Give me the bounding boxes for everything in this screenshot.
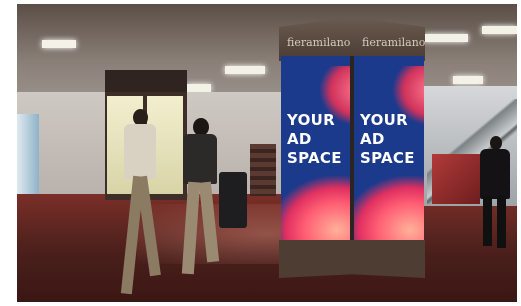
ceiling-light <box>225 66 265 74</box>
ad-screen-right: YOUR AD SPACE <box>354 56 424 240</box>
ceiling-light <box>424 34 468 42</box>
back-column-top <box>105 70 187 92</box>
ad-text-left: YOUR AD SPACE <box>287 111 342 167</box>
stairs <box>250 144 276 196</box>
ceiling <box>17 4 517 99</box>
swirl-graphic <box>354 176 424 240</box>
photo: fieramilano fieramilano YOUR AD SPACE YO… <box>17 4 517 302</box>
ad-text-right: YOUR AD SPACE <box>360 111 415 167</box>
ceiling-light <box>453 76 483 84</box>
kiosk-brand-left: fieramilano <box>287 36 351 49</box>
ceiling-light <box>482 26 517 34</box>
ceiling-light <box>42 40 76 48</box>
swirl-graphic <box>281 176 351 240</box>
left-ad-panel <box>17 114 39 194</box>
ceiling-light <box>187 84 211 92</box>
kiosk-base <box>279 240 425 278</box>
kiosk-brand-right: fieramilano <box>362 36 426 49</box>
trash-bin <box>219 172 247 228</box>
escalator-red-wall <box>432 154 480 204</box>
ad-screen-left: YOUR AD SPACE <box>281 56 351 240</box>
